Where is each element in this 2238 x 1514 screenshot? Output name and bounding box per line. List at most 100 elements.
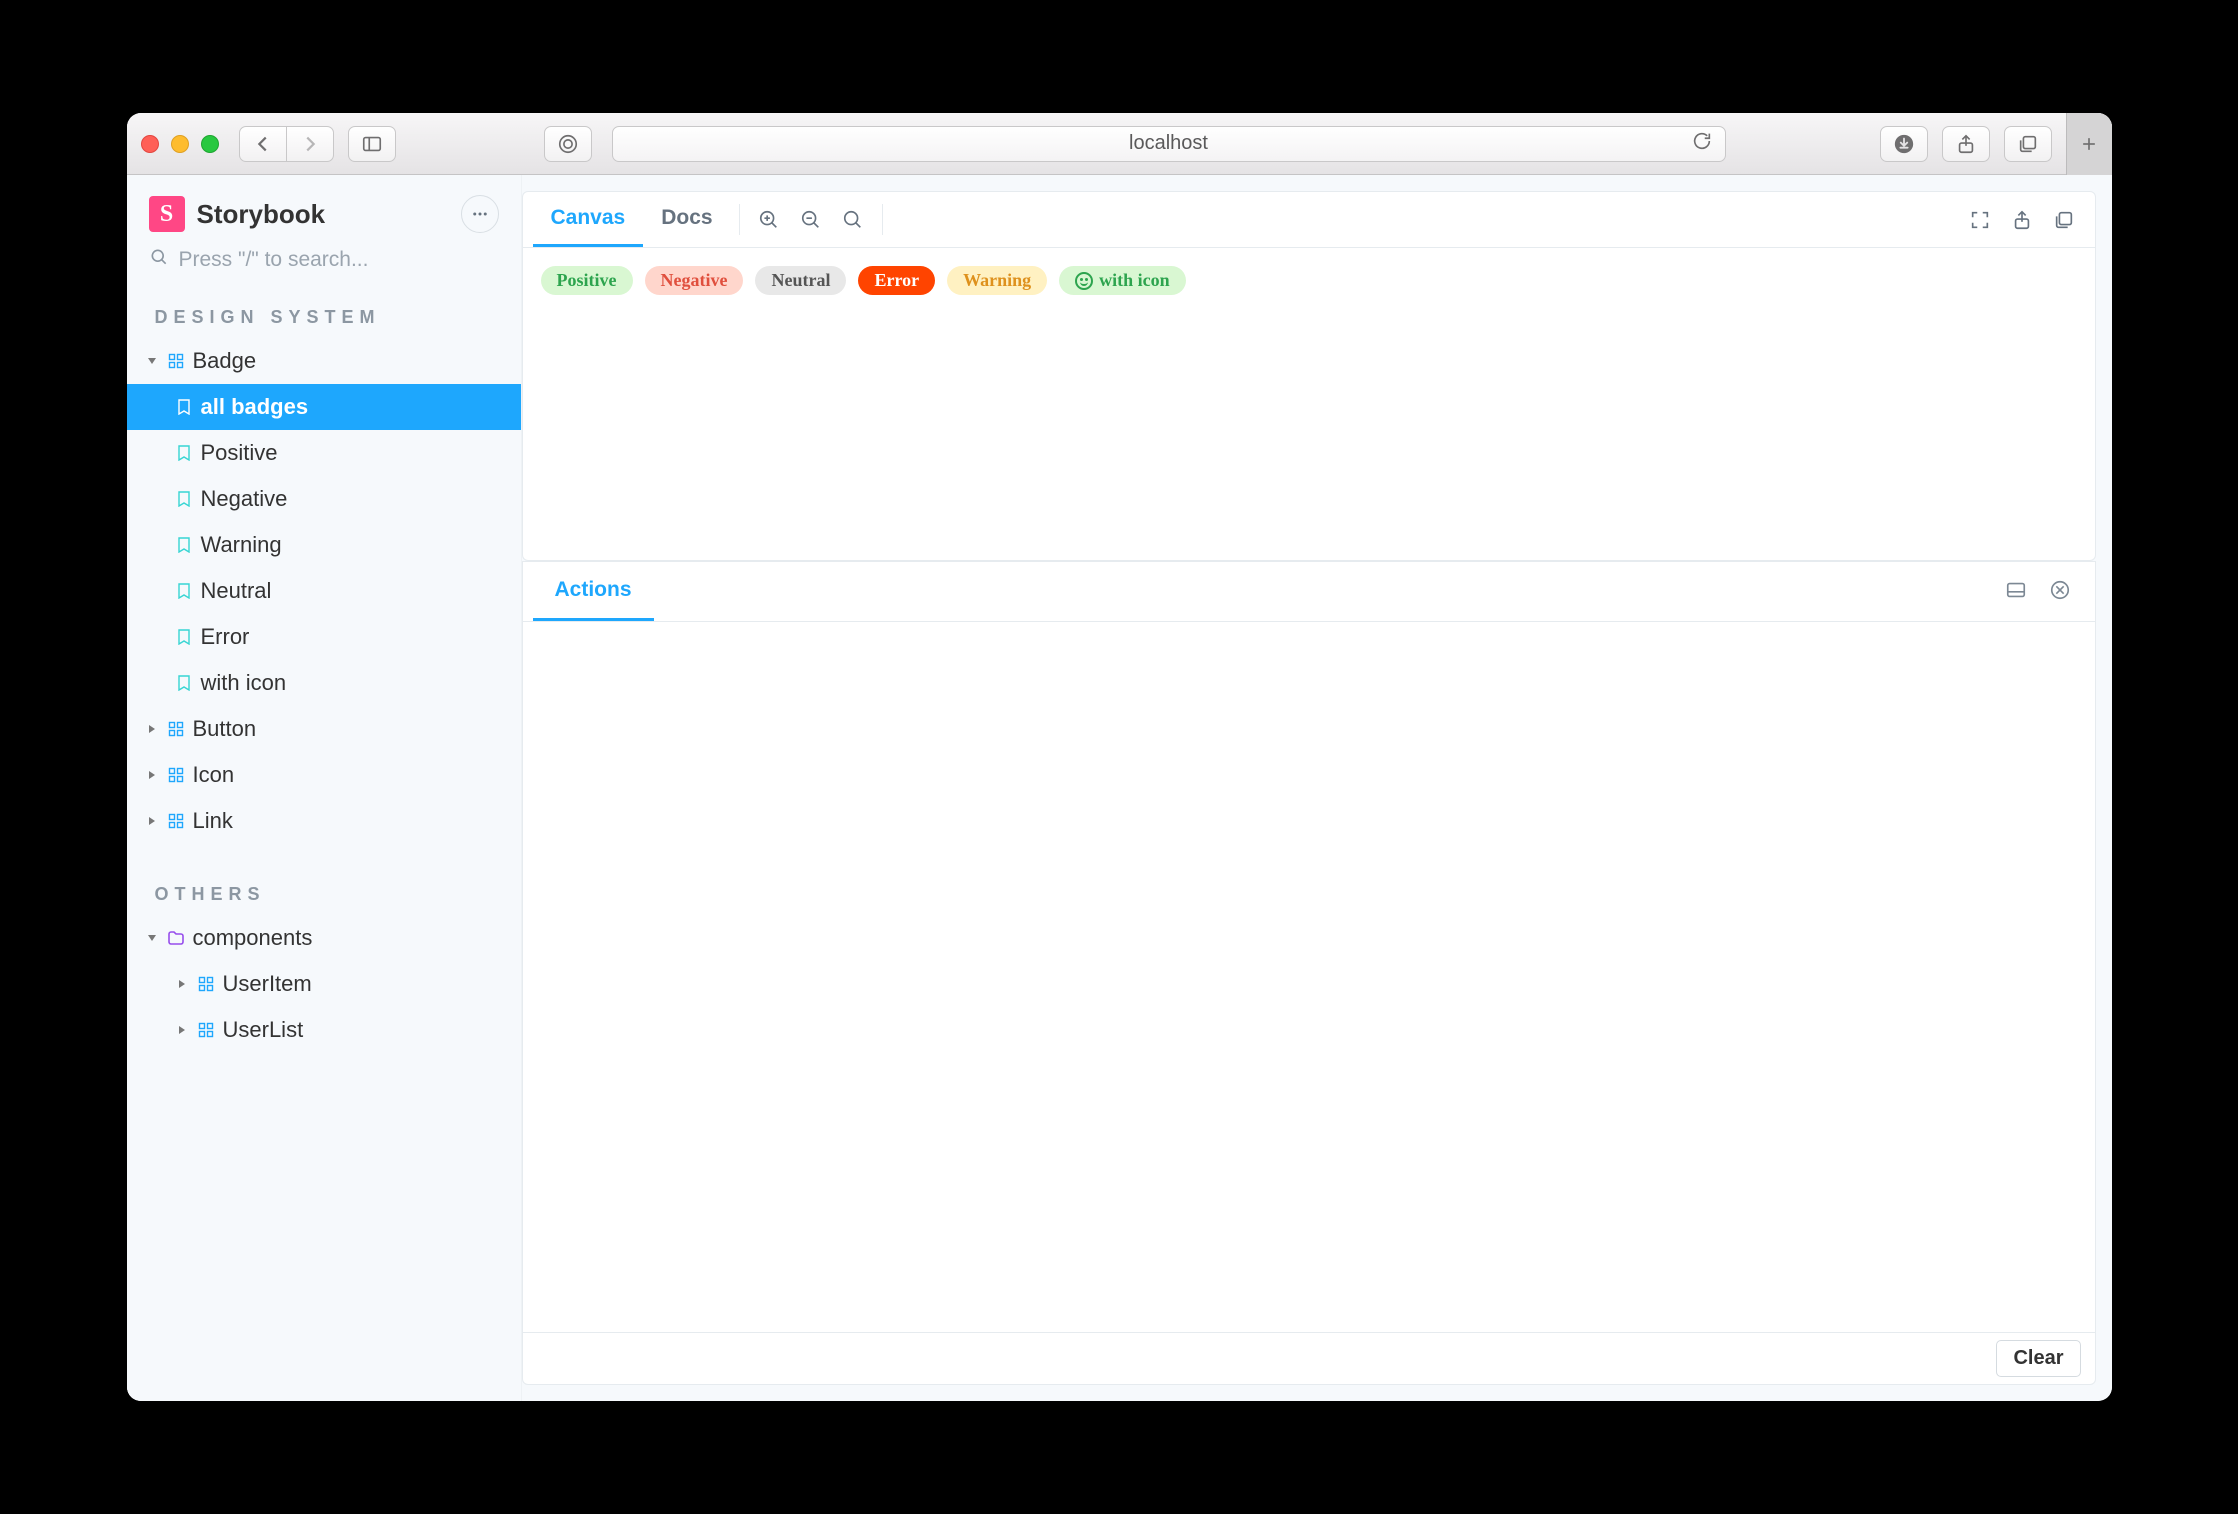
tree-label: all badges bbox=[201, 394, 309, 420]
forward-button[interactable] bbox=[286, 126, 334, 162]
url-text: localhost bbox=[1129, 132, 1208, 155]
tree-item-negative[interactable]: Negative bbox=[127, 476, 521, 522]
tree-label: UserItem bbox=[223, 971, 312, 997]
tree-label: Badge bbox=[193, 348, 257, 374]
zoom-in-button[interactable] bbox=[748, 209, 790, 231]
component-icon bbox=[167, 353, 185, 369]
addons-orientation-button[interactable] bbox=[2005, 579, 2027, 604]
story-icon bbox=[175, 445, 193, 461]
component-icon bbox=[197, 976, 215, 992]
preview-tools-right bbox=[1959, 192, 2085, 247]
storybook-logo-icon bbox=[149, 196, 185, 232]
badge-neutral: Neutral bbox=[755, 266, 846, 295]
tree-label: Link bbox=[193, 808, 233, 834]
story-icon bbox=[175, 629, 193, 645]
search-icon bbox=[149, 247, 169, 273]
component-icon bbox=[167, 813, 185, 829]
open-isolate-button[interactable] bbox=[2001, 209, 2043, 231]
story-icon bbox=[175, 583, 193, 599]
caret-right-icon bbox=[175, 1025, 189, 1035]
story-icon bbox=[175, 675, 193, 691]
clear-button[interactable]: Clear bbox=[1996, 1340, 2080, 1377]
toolbar-right bbox=[1880, 126, 2052, 162]
copy-link-button[interactable] bbox=[2043, 209, 2085, 231]
tab-docs[interactable]: Docs bbox=[643, 192, 730, 247]
tree-item-components-folder[interactable]: components bbox=[127, 915, 521, 961]
tree-label: UserList bbox=[223, 1017, 304, 1043]
tree-label: Icon bbox=[193, 762, 235, 788]
zoom-reset-button[interactable] bbox=[832, 209, 874, 231]
tree-item-icon[interactable]: Icon bbox=[127, 752, 521, 798]
tree-label: Positive bbox=[201, 440, 278, 466]
caret-down-icon bbox=[145, 933, 159, 943]
window-minimize-button[interactable] bbox=[171, 135, 189, 153]
sidebar-menu-button[interactable] bbox=[461, 195, 499, 233]
addons-close-button[interactable] bbox=[2049, 579, 2071, 604]
share-button[interactable] bbox=[1942, 126, 1990, 162]
story-icon bbox=[175, 399, 193, 415]
smile-icon bbox=[1075, 272, 1093, 290]
caret-down-icon bbox=[145, 356, 159, 366]
zoom-out-button[interactable] bbox=[790, 209, 832, 231]
story-icon bbox=[175, 491, 193, 507]
tree-item-neutral[interactable]: Neutral bbox=[127, 568, 521, 614]
new-tab-button[interactable] bbox=[2066, 113, 2112, 175]
story-icon bbox=[175, 537, 193, 553]
downloads-button[interactable] bbox=[1880, 126, 1928, 162]
tree-item-positive[interactable]: Positive bbox=[127, 430, 521, 476]
section-others: OTHERS bbox=[127, 874, 521, 915]
window-zoom-button[interactable] bbox=[201, 135, 219, 153]
sidebar-toggle-button[interactable] bbox=[348, 126, 396, 162]
tree-item-badge[interactable]: Badge bbox=[127, 338, 521, 384]
preview-panel: Canvas Docs bbox=[522, 191, 2096, 561]
sidebar-search[interactable] bbox=[149, 247, 499, 273]
preview-tabs: Canvas Docs bbox=[523, 192, 2095, 248]
storybook-app: Storybook DESIGN SYSTEM Badge bbox=[127, 175, 2112, 1401]
tab-canvas[interactable]: Canvas bbox=[533, 192, 644, 247]
tree-item-all-badges[interactable]: all badges bbox=[127, 384, 521, 430]
tree-label: Negative bbox=[201, 486, 288, 512]
storybook-main: Canvas Docs bbox=[522, 175, 2112, 1401]
badge-negative: Negative bbox=[645, 266, 744, 295]
tree-label: components bbox=[193, 925, 313, 951]
badge-with-icon-label: with icon bbox=[1099, 270, 1170, 291]
caret-right-icon bbox=[145, 816, 159, 826]
safari-toolbar: localhost bbox=[127, 113, 2112, 175]
component-icon bbox=[167, 767, 185, 783]
url-bar[interactable]: localhost bbox=[612, 126, 1726, 162]
safari-window: localhost S bbox=[127, 113, 2112, 1401]
back-button[interactable] bbox=[239, 126, 286, 162]
tabs-button[interactable] bbox=[2004, 126, 2052, 162]
addons-tabs: Actions bbox=[523, 562, 2095, 622]
reader-privacy-button[interactable] bbox=[544, 126, 592, 162]
tree-item-user-item[interactable]: UserItem bbox=[127, 961, 521, 1007]
tree-label: Error bbox=[201, 624, 250, 650]
badge-positive: Positive bbox=[541, 266, 633, 295]
tree-item-button[interactable]: Button bbox=[127, 706, 521, 752]
tree-item-user-list[interactable]: UserList bbox=[127, 1007, 521, 1053]
preview-tools bbox=[748, 192, 874, 247]
addons-panel: Actions Clear bbox=[522, 561, 2096, 1385]
fullscreen-button[interactable] bbox=[1959, 209, 2001, 231]
caret-right-icon bbox=[145, 770, 159, 780]
actions-log bbox=[523, 622, 2095, 1332]
tab-actions[interactable]: Actions bbox=[533, 562, 654, 621]
section-design-system: DESIGN SYSTEM bbox=[127, 297, 521, 338]
window-close-button[interactable] bbox=[141, 135, 159, 153]
tree-item-warning[interactable]: Warning bbox=[127, 522, 521, 568]
component-icon bbox=[197, 1022, 215, 1038]
reload-icon[interactable] bbox=[1691, 130, 1713, 158]
addons-footer: Clear bbox=[523, 1332, 2095, 1384]
addons-tools bbox=[2005, 562, 2085, 621]
tree-item-error[interactable]: Error bbox=[127, 614, 521, 660]
badge-with-icon: with icon bbox=[1059, 266, 1186, 295]
component-icon bbox=[167, 721, 185, 737]
badge-error: Error bbox=[858, 266, 935, 295]
traffic-lights bbox=[141, 135, 219, 153]
tree-label: Warning bbox=[201, 532, 282, 558]
tree-label: with icon bbox=[201, 670, 287, 696]
tree-item-with-icon[interactable]: with icon bbox=[127, 660, 521, 706]
search-input[interactable] bbox=[179, 248, 499, 272]
tree-item-link[interactable]: Link bbox=[127, 798, 521, 844]
caret-right-icon bbox=[145, 724, 159, 734]
